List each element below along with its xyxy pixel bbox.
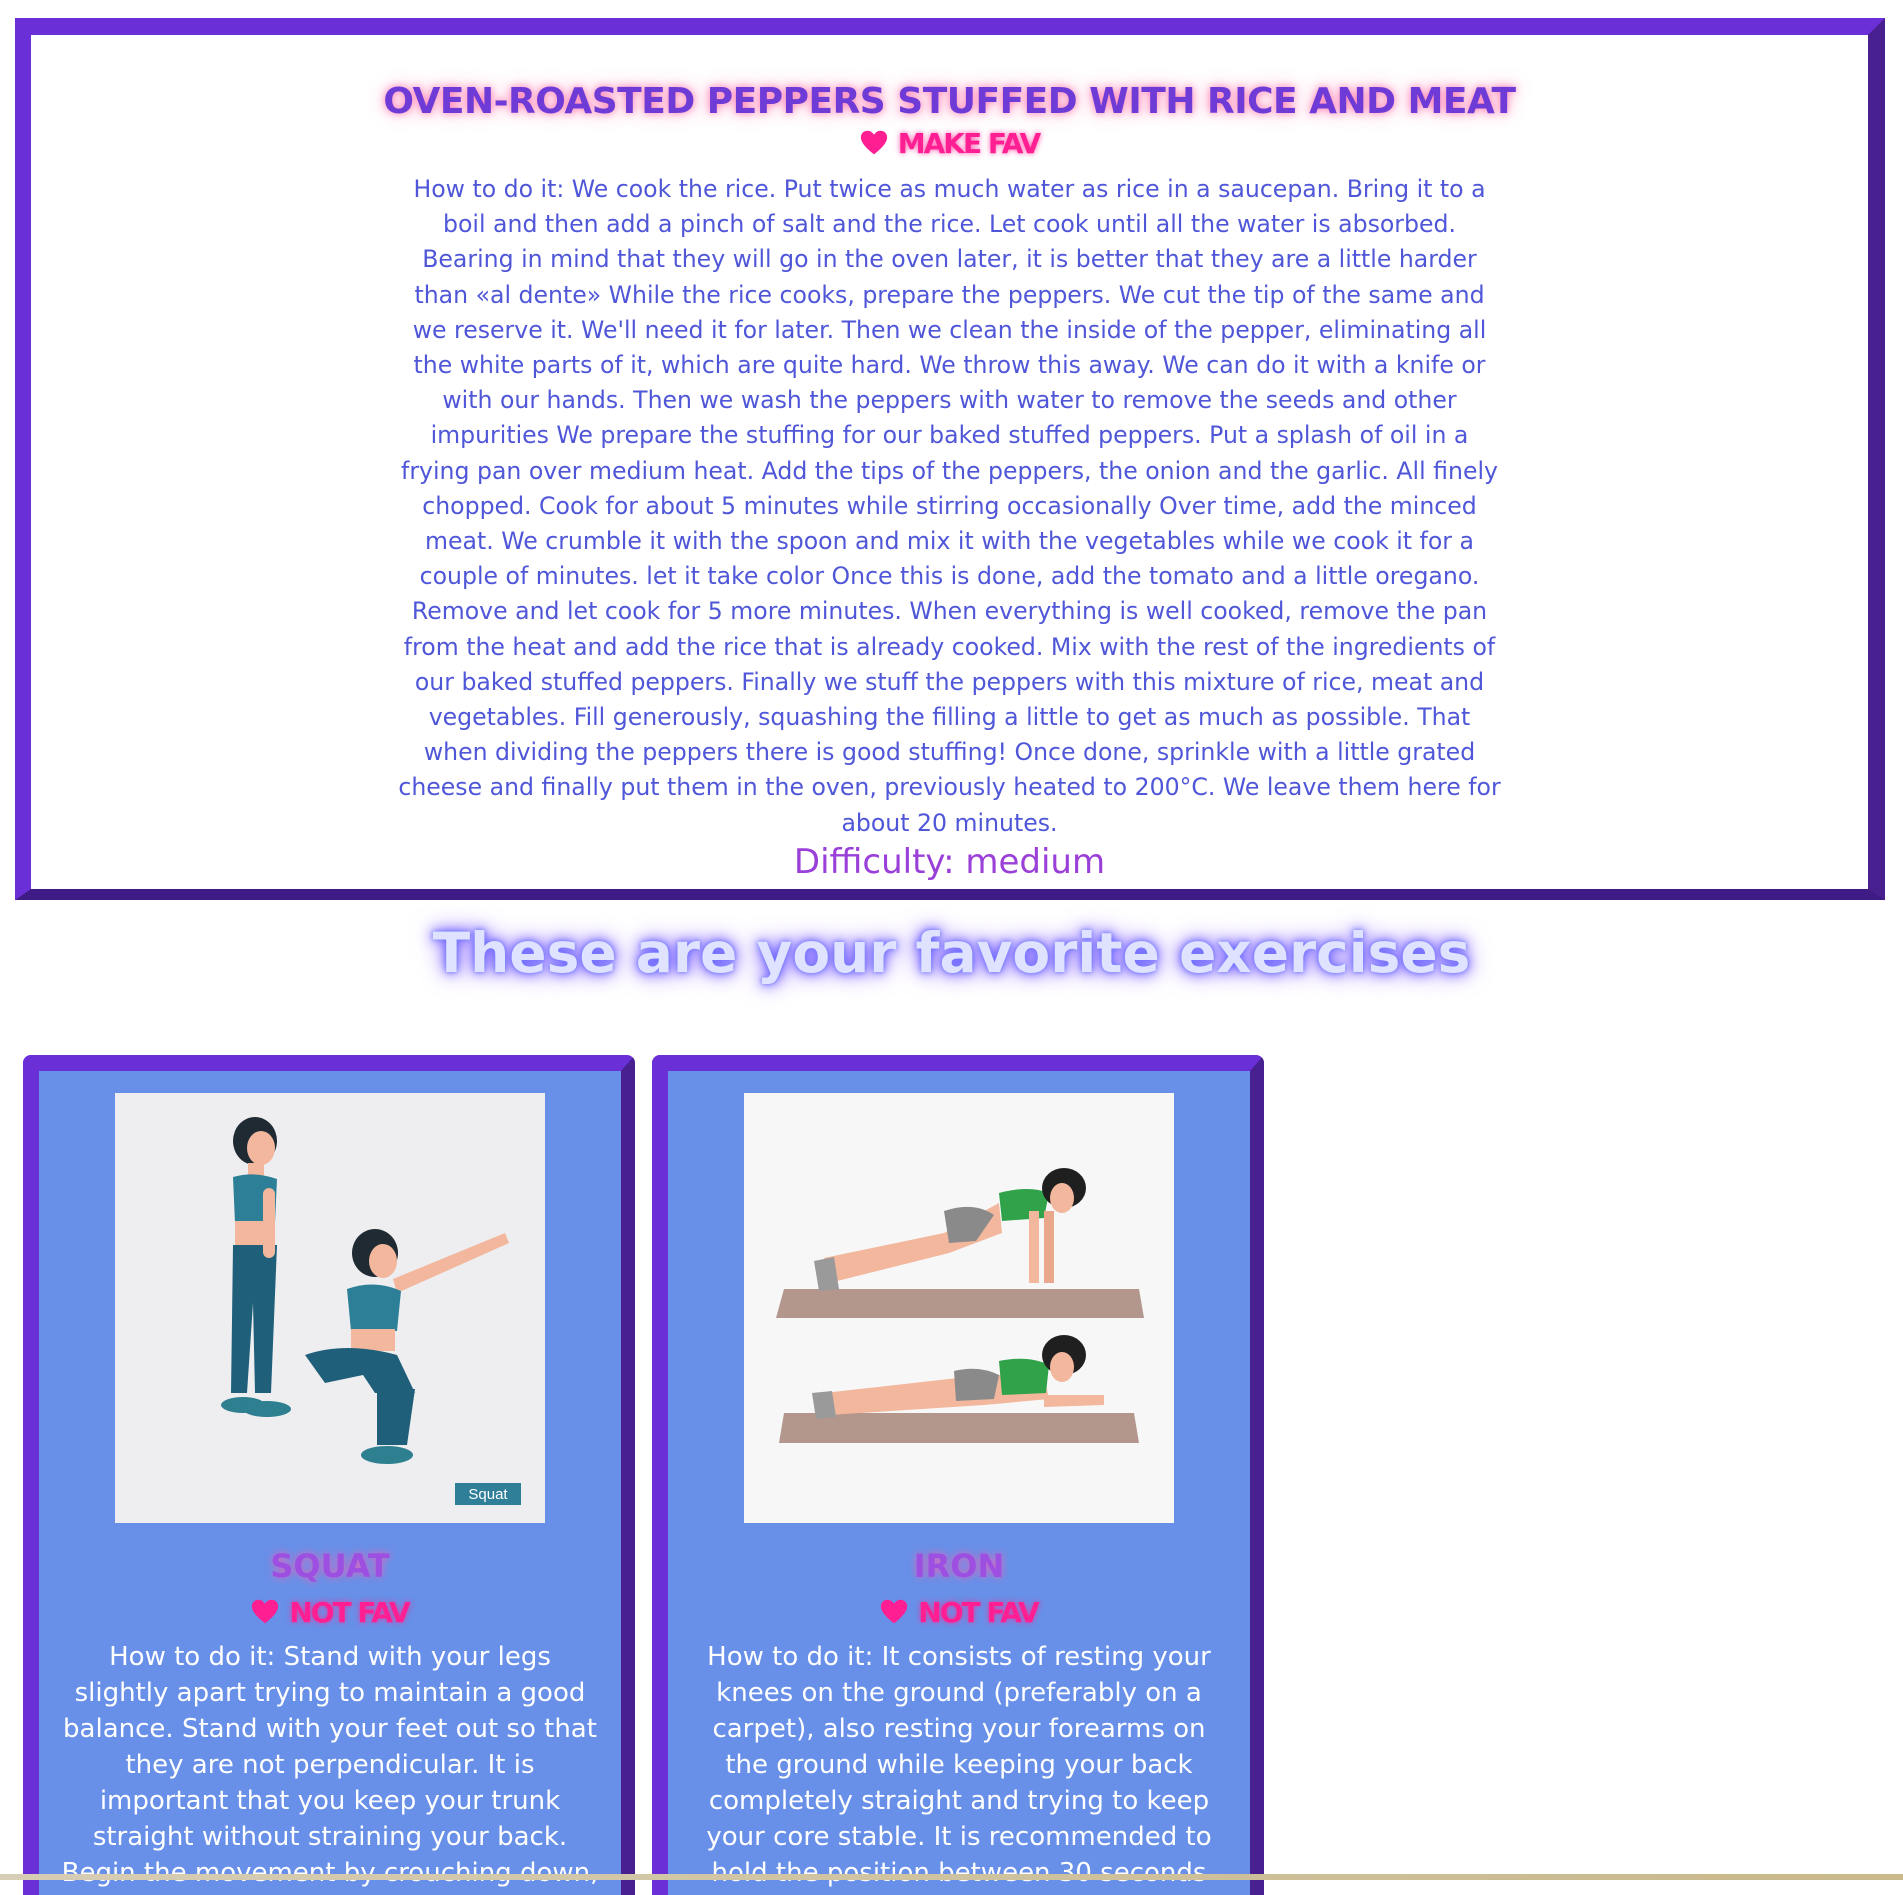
recipe-card: OVEN-ROASTED PEPPERS STUFFED WITH RICE A… <box>15 18 1885 900</box>
favorites-heading: These are your favorite exercises <box>432 921 1471 985</box>
not-fav-label: NOT FAV <box>918 1595 1039 1629</box>
exercise-card-iron: IRON NOT FAV How to do it: It consists o… <box>652 1055 1264 1895</box>
not-fav-button[interactable]: NOT FAV <box>39 1587 621 1637</box>
squat-image: Squat <box>115 1093 545 1523</box>
make-fav-button[interactable]: MAKE FAV <box>31 124 1868 162</box>
recipe-instructions: How to do it: We cook the rice. Put twic… <box>398 175 1501 837</box>
exercise-instructions: How to do it: It consists of resting you… <box>706 1642 1212 1895</box>
exercise-card-squat: Squat SQUAT NOT FAV How to do it: Stand … <box>23 1055 635 1895</box>
not-fav-button[interactable]: NOT FAV <box>668 1587 1250 1637</box>
recipe-title: OVEN-ROASTED PEPPERS STUFFED WITH RICE A… <box>383 81 1516 122</box>
bottom-edge <box>0 1874 1903 1880</box>
squat-image-caption: Squat <box>468 1486 508 1503</box>
heart-icon <box>860 129 888 157</box>
exercise-name: IRON <box>913 1547 1005 1585</box>
make-fav-label: MAKE FAV <box>897 126 1041 160</box>
plank-image <box>744 1093 1174 1523</box>
heart-icon <box>880 1598 908 1626</box>
exercise-name: SQUAT <box>270 1547 390 1585</box>
recipe-difficulty: Difficulty: medium <box>793 841 1106 882</box>
heart-icon <box>251 1598 279 1626</box>
not-fav-label: NOT FAV <box>289 1595 410 1629</box>
exercise-instructions: How to do it: Stand with your legs sligh… <box>61 1642 599 1895</box>
